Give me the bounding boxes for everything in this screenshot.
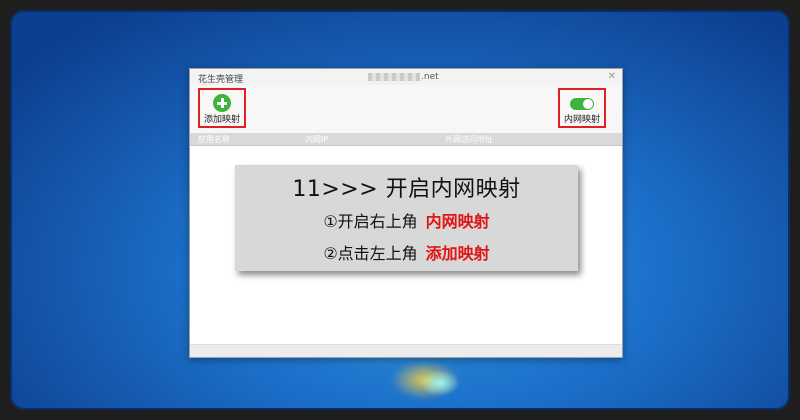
instruction-step-1: ①开启右上角 内网映射 xyxy=(235,208,578,232)
windows-logo-highlight xyxy=(420,370,460,396)
window-title: 花生壳管理 xyxy=(198,75,244,85)
intranet-mapping-toggle-button[interactable]: 内网映射 xyxy=(558,88,606,128)
intranet-mapping-label: 内网映射 xyxy=(563,115,600,125)
toolbar: 添加映射 内网映射 xyxy=(190,85,622,133)
toggle-switch-icon[interactable] xyxy=(570,98,594,110)
column-header-external-url[interactable]: 外网访问地址 xyxy=(445,134,493,145)
add-mapping-button[interactable]: 添加映射 xyxy=(198,88,246,128)
plus-circle-icon xyxy=(213,94,231,112)
step-2-highlight: 添加映射 xyxy=(425,244,490,263)
column-header-intranet-ip[interactable]: 内网IP xyxy=(305,134,328,145)
step-2-text: ②点击左上角 xyxy=(323,244,418,263)
instruction-title: 11>>> 开启内网映射 xyxy=(292,177,521,202)
account-name: .net xyxy=(368,72,439,82)
step-1-text: ①开启右上角 xyxy=(323,212,418,231)
instruction-callout: 11>>> 开启内网映射 ①开启右上角 内网映射 ②点击左上角 添加映射 xyxy=(235,165,578,271)
account-domain-suffix: .net xyxy=(421,72,439,82)
status-bar xyxy=(190,344,622,357)
step-1-highlight: 内网映射 xyxy=(425,212,490,231)
column-header-app-name[interactable]: 应用名称 xyxy=(198,134,230,145)
instruction-step-2: ②点击左上角 添加映射 xyxy=(235,240,578,264)
title-bar[interactable]: 花生壳管理 .net ✕ xyxy=(190,69,622,85)
add-mapping-label: 添加映射 xyxy=(203,115,240,125)
account-blurred xyxy=(368,72,420,81)
table-header: 应用名称 内网IP 外网访问地址 xyxy=(190,133,622,146)
close-icon[interactable]: ✕ xyxy=(608,71,616,82)
